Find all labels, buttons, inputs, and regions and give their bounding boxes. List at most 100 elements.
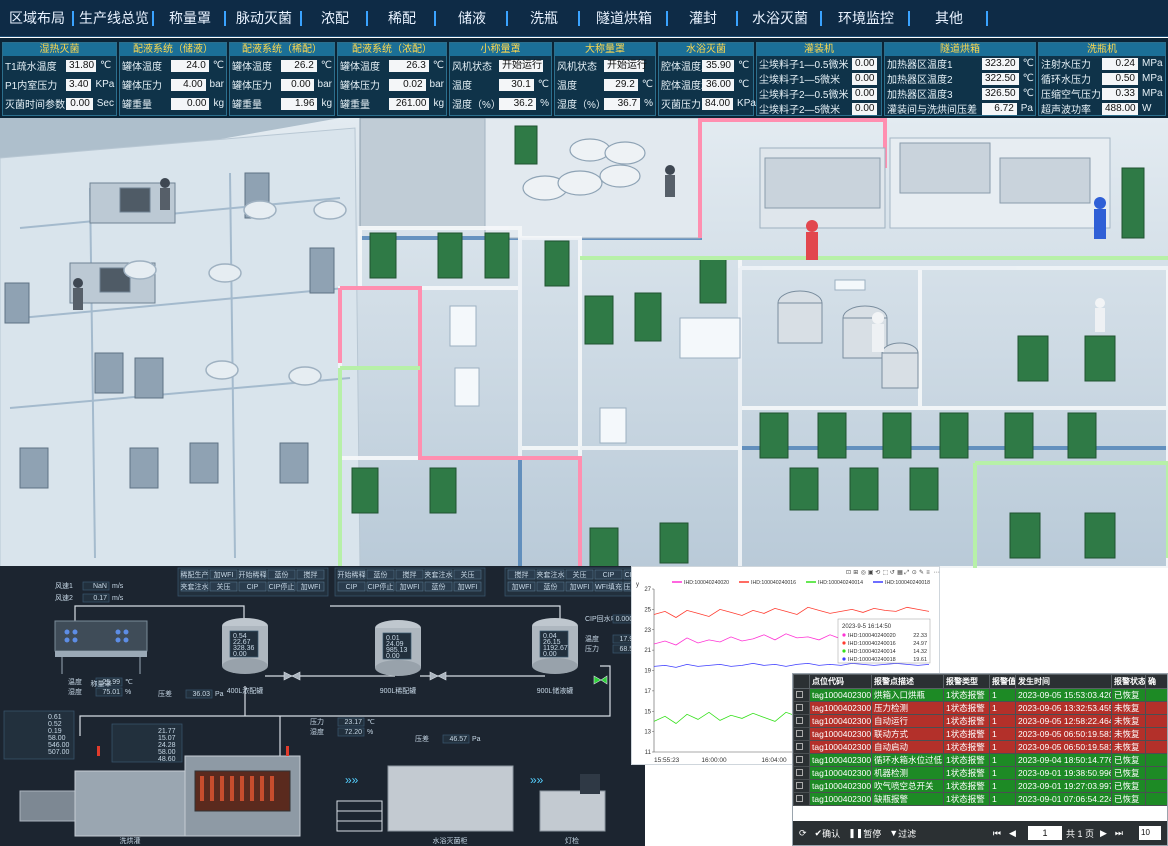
chart-tool-icon[interactable]: ⋯ <box>934 570 940 576</box>
alarm-row[interactable]: tag100040230042自动运行1状态报警12023-09-05 12:5… <box>793 714 1167 728</box>
alarm-row[interactable]: tag100040230066循环水箱水位过低1状态报警12023-09-04 … <box>793 753 1167 767</box>
label-tank1: 400L浓配罐 <box>227 686 264 695</box>
row-checkbox[interactable] <box>793 766 810 780</box>
nav-item[interactable]: 水浴灭菌 <box>738 0 822 36</box>
nav-item[interactable]: 其他 <box>910 0 988 36</box>
prev-page-button[interactable]: ◀ <box>1009 828 1016 839</box>
refresh-button[interactable]: ⟳ <box>799 828 807 839</box>
panel-row-value: 84.00 <box>702 97 734 110</box>
tank-value: 0.00 <box>233 651 247 658</box>
legend-label[interactable]: IHD:100040240014 <box>818 580 863 586</box>
scada-process-view[interactable]: 稀配生产 夹套注水 加WFI 关压 开始稀释 CIP 蓝份 CIP停止 搅拌 加WFI 开始稀释 CI… <box>0 566 645 846</box>
panel-row: 湿度（%） 36.2% <box>450 94 551 113</box>
alarm-row[interactable]: tag100040230043缺瓶报警1状态报警12023-09-01 07:0… <box>793 792 1167 806</box>
alarm-confirm-cell[interactable] <box>1145 740 1167 754</box>
alarm-column-header[interactable]: 确 <box>1145 674 1167 689</box>
page-size-select[interactable]: 10 <box>1139 826 1161 840</box>
chart-tool-icon[interactable]: ⊞ <box>853 570 858 576</box>
nav-item[interactable]: 生产线总览 <box>74 0 154 36</box>
chart-tool-icon[interactable]: ◎ <box>861 570 866 576</box>
alarm-confirm-cell[interactable] <box>1145 779 1167 793</box>
nav-item[interactable]: 浓配 <box>302 0 368 36</box>
row-checkbox[interactable] <box>793 714 810 728</box>
alarm-column-header[interactable]: 报警类型 <box>943 674 990 689</box>
alarm-row[interactable]: tag100040230060烘箱入口烘瓶1状态报警12023-09-05 15… <box>793 688 1167 702</box>
alarm-cell: 未恢复 <box>1111 701 1146 715</box>
alarm-confirm-cell[interactable] <box>1145 701 1167 715</box>
chart-tool-icon[interactable]: ✎ <box>919 569 924 576</box>
top-navigation: 区域布局 生产线总览 称量罩 脉动灭菌 浓配 稀配 储液 洗瓶 隧道烘箱 灌封 水浴灭菌 环境监控 其他 <box>0 0 1168 37</box>
alarm-row[interactable]: tag100040230047吹气喷空总开关1状态报警12023-09-01 1… <box>793 779 1167 793</box>
nav-item[interactable]: 脉动灭菌 <box>226 0 302 36</box>
panel-row-label: 灌装间与洗烘间压差 <box>887 105 977 116</box>
alarm-confirm-cell[interactable] <box>1145 766 1167 780</box>
alarm-confirm-cell[interactable] <box>1145 688 1167 702</box>
next-page-button[interactable]: ▶ <box>1100 828 1107 839</box>
legend-label[interactable]: IHD:100040240018 <box>885 580 930 586</box>
row-checkbox[interactable] <box>793 779 810 793</box>
page-input[interactable]: 1 <box>1027 826 1062 840</box>
panel-row: 罐体压力 0.02 bar <box>338 75 446 94</box>
alarm-column-header[interactable]: 发生时间 <box>1015 674 1112 689</box>
panel-row-value: 36.00 <box>702 78 734 91</box>
confirm-button[interactable]: ✔ 确认 <box>815 827 841 840</box>
panel-row-value: 0.00 <box>66 97 93 110</box>
chart-tool-icon[interactable]: ⤢ <box>904 569 909 576</box>
nav-item[interactable]: 环境监控 <box>822 0 910 36</box>
alarm-row[interactable]: tag100040230044机器检测1状态报警12023-09-01 19:3… <box>793 766 1167 780</box>
scada-toolbar[interactable]: 稀配生产夹套注水加WFI关压开始稀释CIP蓝份CIP停止搅拌加WFI开始稀释CI… <box>177 567 645 597</box>
chart-tool-icon[interactable]: ⊙ <box>912 570 917 576</box>
alarm-column-header[interactable]: 报警状态 <box>1111 674 1146 689</box>
legend-label[interactable]: IHD:100040240016 <box>751 580 796 586</box>
param-panel: 湿热灭菌 T1疏水温度 31.80 ℃ P1内室压力 3.40 KPa 灭菌时间参数 0.00 S… <box>2 42 117 116</box>
plant-3d-view[interactable] <box>0 118 1168 568</box>
row-checkbox[interactable] <box>793 740 810 754</box>
legend-label[interactable]: IHD:100040240020 <box>684 580 729 586</box>
alarm-row[interactable]: tag100040230045压力检测1状态报警12023-09-05 13:3… <box>793 701 1167 715</box>
chart-tool-icon[interactable]: ▣ <box>868 570 874 576</box>
alarm-confirm-cell[interactable] <box>1145 727 1167 741</box>
nav-item[interactable]: 称量罩 <box>154 0 226 36</box>
y-tick-label: 21 <box>644 648 651 654</box>
nav-item[interactable]: 洗瓶 <box>508 0 580 36</box>
readout-unit: Pa <box>215 691 224 698</box>
nav-item[interactable]: 储液 <box>436 0 508 36</box>
row-checkbox[interactable] <box>793 792 810 806</box>
alarm-cell: 1 <box>989 727 1016 741</box>
alarm-column-header[interactable]: 报警值 <box>989 674 1016 689</box>
nav-item[interactable]: 区域布局 <box>0 0 74 36</box>
chart-tool-icon[interactable]: ⊡ <box>846 570 851 576</box>
filter-button[interactable]: ▼ 过滤 <box>889 827 916 840</box>
row-checkbox[interactable] <box>793 701 810 715</box>
alarm-column-header[interactable]: 点位代码 <box>809 674 872 689</box>
readout-value: 23.17 <box>344 719 362 726</box>
chart-tool-icon[interactable]: ⟲ <box>875 570 880 576</box>
alarm-confirm-cell[interactable] <box>1145 792 1167 806</box>
alarm-confirm-cell[interactable] <box>1145 714 1167 728</box>
chart-tool-icon[interactable]: ≡ <box>926 570 930 576</box>
chart-tool-icon[interactable]: ↺ <box>890 570 895 576</box>
panel-row-label: 罐重量 <box>340 100 370 111</box>
row-checkbox[interactable] <box>793 727 810 741</box>
alarm-row[interactable]: tag100040230046联动方式1状态报警12023-09-05 06:5… <box>793 727 1167 741</box>
nav-item[interactable]: 灌封 <box>668 0 738 36</box>
alarm-table-panel[interactable]: 点位代码报警点描述报警类型报警值发生时间报警状态确 tag10004023006… <box>792 673 1168 846</box>
tank-value: 0.00 <box>543 651 557 658</box>
panel-row-value: 35.90 <box>702 59 734 72</box>
nav-item[interactable]: 隧道烘箱 <box>580 0 668 36</box>
alarm-row[interactable]: tag100040230041自动启动1状态报警12023-09-05 06:5… <box>793 740 1167 754</box>
page-total: 共 1 页 <box>1065 828 1094 839</box>
panel-row-value: 0.33 <box>1102 87 1138 100</box>
chart-tool-icon[interactable]: ⬚ <box>883 570 889 576</box>
alarm-cell: tag100040230047 <box>809 779 872 793</box>
first-page-button[interactable]: ⏮ <box>993 828 1001 839</box>
pause-button[interactable]: ❚❚ 暂停 <box>848 827 881 840</box>
row-checkbox[interactable] <box>793 753 810 767</box>
nav-item[interactable]: 稀配 <box>368 0 436 36</box>
last-page-button[interactable]: ⏭ <box>1115 828 1123 839</box>
chart-tool-icon[interactable]: ▦ <box>897 570 903 576</box>
alarm-column-header[interactable]: 报警点描述 <box>871 674 944 689</box>
row-checkbox[interactable] <box>793 688 810 702</box>
alarm-column-header[interactable] <box>793 674 810 689</box>
alarm-confirm-cell[interactable] <box>1145 753 1167 767</box>
